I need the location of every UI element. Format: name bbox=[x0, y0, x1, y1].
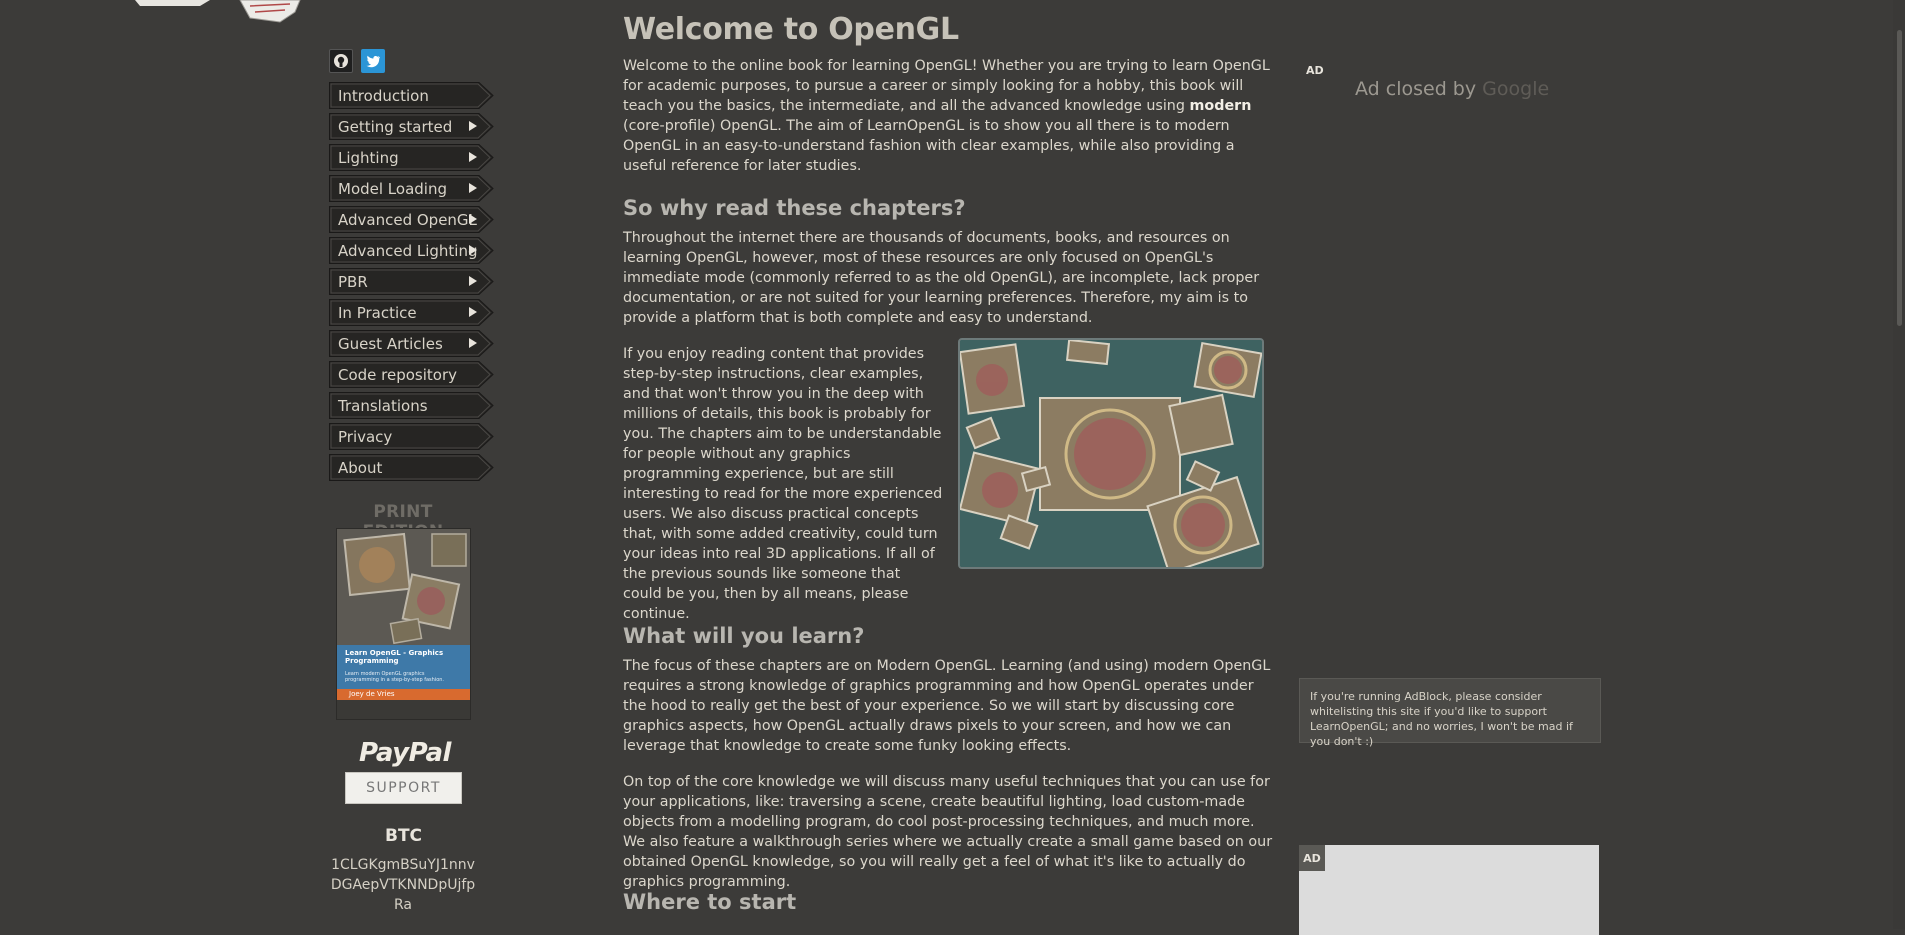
menu-item-lighting[interactable]: Lighting bbox=[329, 144, 494, 171]
submenu-arrow-icon bbox=[469, 152, 477, 162]
paypal-support-button[interactable]: SUPPORT bbox=[345, 772, 462, 804]
submenu-arrow-icon bbox=[469, 307, 477, 317]
menu-item-label: Model Loading bbox=[338, 180, 447, 198]
menu-item-translations[interactable]: Translations bbox=[329, 392, 494, 419]
btc-title: BTC bbox=[384, 826, 423, 846]
intro-paragraph: Welcome to the online book for learning … bbox=[623, 58, 1270, 174]
submenu-arrow-icon bbox=[469, 245, 477, 255]
paragraph-why-read: Throughout the internet there are thousa… bbox=[623, 230, 1260, 326]
menu-item-label: In Practice bbox=[338, 304, 417, 322]
book-cover-bottom bbox=[337, 700, 470, 719]
menu-item-label: Advanced Lighting bbox=[338, 242, 478, 260]
menu-item-label: Code repository bbox=[338, 366, 458, 384]
book-author: Joey de Vries bbox=[349, 690, 395, 698]
twitter-icon[interactable] bbox=[361, 49, 385, 73]
print-edition-book-cover[interactable]: Learn OpenGL - Graphics Programming Lear… bbox=[336, 528, 471, 720]
submenu-arrow-icon bbox=[469, 121, 477, 131]
menu-item-in-practice[interactable]: In Practice bbox=[329, 299, 494, 326]
submenu-arrow-icon bbox=[469, 214, 477, 224]
menu-item-label: Introduction bbox=[338, 87, 429, 105]
ad-closed-message: Ad closed by Google bbox=[1355, 78, 1550, 100]
book-subtitle: Learn modern OpenGL graphics programming… bbox=[345, 671, 445, 683]
menu-item-privacy[interactable]: Privacy bbox=[329, 423, 494, 450]
submenu-arrow-icon bbox=[469, 338, 477, 348]
menu-item-label: PBR bbox=[338, 273, 368, 291]
social-links bbox=[329, 49, 385, 73]
github-icon[interactable] bbox=[329, 49, 353, 73]
menu-item-label: Advanced OpenGL bbox=[338, 211, 477, 229]
paragraph-learn-1: The focus of these chapters are on Moder… bbox=[623, 658, 1271, 754]
menu-item-label: Getting started bbox=[338, 118, 453, 136]
menu-item-label: Privacy bbox=[338, 428, 393, 446]
menu-item-introduction[interactable]: Introduction bbox=[329, 82, 494, 109]
paragraph-learn-2: On top of the core knowledge we will dis… bbox=[623, 774, 1273, 890]
scrollbar-thumb[interactable] bbox=[1897, 30, 1902, 326]
sidebar-menu: Introduction Getting started Lighting Model… bbox=[329, 82, 494, 485]
menu-item-guest-articles[interactable]: Guest Articles bbox=[329, 330, 494, 357]
site-logo-fragment bbox=[135, 0, 301, 23]
menu-item-about[interactable]: About bbox=[329, 454, 494, 481]
paypal-logo[interactable]: PayPal bbox=[345, 738, 465, 768]
btc-address: 1CLGKgmBSuYJ1nnvDGAepVTKNNDpUjfpRa bbox=[330, 857, 476, 913]
menu-item-pbr[interactable]: PBR bbox=[329, 268, 494, 295]
heading-why-read: So why read these chapters? bbox=[623, 196, 966, 220]
menu-item-label: Guest Articles bbox=[338, 335, 443, 353]
ad-slot-top bbox=[1298, 58, 1600, 658]
ad-label-bottom: AD bbox=[1299, 845, 1325, 871]
page-scrollbar[interactable] bbox=[1893, 0, 1905, 929]
menu-item-label: About bbox=[338, 459, 383, 477]
submenu-arrow-icon bbox=[469, 276, 477, 286]
menu-item-model-loading[interactable]: Model Loading bbox=[329, 175, 494, 202]
menu-item-getting-started[interactable]: Getting started bbox=[329, 113, 494, 140]
ad-slot-bottom[interactable]: AD bbox=[1299, 845, 1599, 935]
submenu-arrow-icon bbox=[469, 183, 477, 193]
paragraph-enjoy-reading: If you enjoy reading content that provid… bbox=[623, 346, 943, 622]
book-title: Learn OpenGL - Graphics Programming bbox=[345, 649, 444, 666]
menu-item-code-repository[interactable]: Code repository bbox=[329, 361, 494, 388]
heading-where-start: Where to start bbox=[623, 890, 797, 914]
menu-item-advanced-opengl[interactable]: Advanced OpenGL bbox=[329, 206, 494, 233]
page-title: Welcome to OpenGL bbox=[623, 12, 959, 47]
heading-what-learn: What will you learn? bbox=[623, 624, 865, 648]
hero-image-cubes bbox=[958, 338, 1264, 569]
menu-item-label: Translations bbox=[338, 397, 428, 415]
book-cover-art bbox=[337, 529, 470, 645]
ad-label-top: AD bbox=[1306, 64, 1324, 77]
menu-item-advanced-lighting[interactable]: Advanced Lighting bbox=[329, 237, 494, 264]
menu-item-label: Lighting bbox=[338, 149, 399, 167]
adblock-notice: If you're running AdBlock, please consid… bbox=[1299, 678, 1601, 748]
